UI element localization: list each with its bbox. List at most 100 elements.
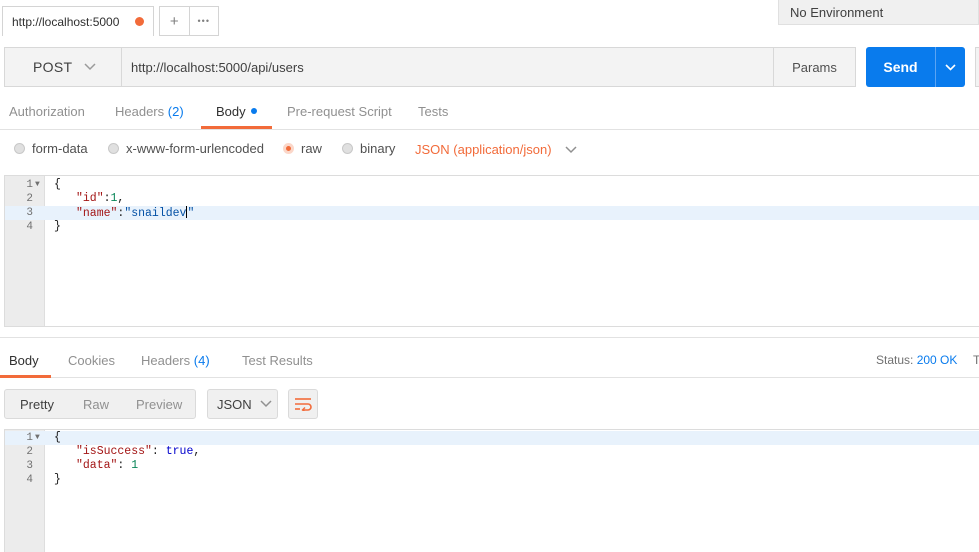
url-bar: POST Params: [4, 47, 856, 87]
response-tabs: Body Cookies Headers (4) Test Results St…: [0, 338, 979, 378]
tab-pre-request-script[interactable]: Pre-request Script: [287, 104, 392, 119]
view-mode-group: Pretty Raw Preview: [4, 389, 196, 419]
tab-label: Body: [9, 353, 39, 368]
tab-label: Body: [216, 104, 246, 119]
tab-tests[interactable]: Tests: [418, 104, 448, 119]
tab-response-headers[interactable]: Headers (4): [141, 353, 210, 368]
active-tab-indicator: [0, 375, 51, 378]
radio-label: binary: [360, 141, 396, 156]
fold-arrow-icon[interactable]: ▼: [35, 178, 40, 192]
chevron-down-icon: [565, 143, 577, 157]
status-label: Status:: [876, 353, 914, 367]
code-text: }: [54, 220, 61, 233]
radio-selected-icon: [283, 143, 294, 154]
radio-form-data[interactable]: form-data: [14, 141, 88, 156]
radio-icon: [14, 143, 25, 154]
code-line: 2 "id":1,: [5, 192, 979, 206]
headers-count: (2): [167, 104, 184, 119]
wrap-lines-button[interactable]: [288, 389, 318, 419]
fold-arrow-icon[interactable]: ▼: [35, 431, 40, 445]
method-select[interactable]: POST: [5, 48, 122, 86]
code-line: 4 }: [5, 220, 979, 234]
request-tab-title: http://localhost:5000: [12, 14, 120, 29]
line-number: 4: [26, 221, 33, 233]
radio-label: x-www-form-urlencoded: [126, 141, 264, 156]
params-button[interactable]: Params: [773, 48, 855, 86]
save-button[interactable]: [975, 47, 979, 87]
tab-tools: + •••: [159, 6, 219, 36]
code-text: "data": 1: [76, 459, 139, 472]
radio-raw[interactable]: raw: [283, 141, 322, 156]
request-body-editor[interactable]: 1 ▼ { 2 "id":1, 3 "name":"snaildev" 4 }: [4, 175, 979, 327]
tab-cookies[interactable]: Cookies: [68, 353, 115, 368]
response-status: Status: 200 OK: [876, 353, 957, 367]
active-tab-indicator: [201, 126, 272, 129]
code-text: {: [54, 178, 61, 191]
code-text: "id":1,: [76, 192, 125, 205]
content-type-label: JSON (application/json): [415, 142, 552, 157]
code-text: "isSuccess": true,: [76, 445, 201, 458]
new-tab-button[interactable]: +: [160, 7, 189, 35]
tab-test-results[interactable]: Test Results: [242, 353, 313, 368]
environment-label: No Environment: [790, 4, 884, 20]
send-button-group: Send: [866, 47, 965, 87]
code-line: 2 "isSuccess": true,: [5, 445, 979, 459]
send-button[interactable]: Send: [866, 47, 935, 87]
content-type-select[interactable]: JSON (application/json): [415, 142, 577, 157]
tab-authorization[interactable]: Authorization: [9, 104, 85, 119]
radio-binary[interactable]: binary: [342, 141, 395, 156]
tab-label: Headers: [141, 353, 191, 368]
tab-label: Test Results: [242, 353, 313, 368]
code-text: "name":"snaildev": [76, 206, 195, 220]
chevron-down-icon: [945, 63, 956, 71]
radio-label: form-data: [32, 141, 88, 156]
request-tabs: Authorization Headers (2) Body Pre-reque…: [0, 97, 979, 130]
chevron-down-icon: [84, 60, 96, 74]
status-value: 200 OK: [916, 353, 958, 367]
code-line: 1 ▼ {: [5, 178, 979, 192]
code-line: 4 }: [5, 473, 979, 487]
method-label: POST: [33, 59, 73, 75]
line-number: 2: [26, 193, 33, 205]
unsaved-dot-icon: [135, 17, 144, 26]
format-label: JSON: [217, 396, 252, 412]
radio-urlencoded[interactable]: x-www-form-urlencoded: [108, 141, 264, 156]
tab-headers[interactable]: Headers (2): [115, 104, 184, 119]
line-number: 3: [26, 207, 33, 219]
tab-response-body[interactable]: Body: [9, 353, 39, 368]
tab-bar: http://localhost:5000 + ••• No Environme…: [0, 0, 979, 36]
radio-icon: [342, 143, 353, 154]
code-line-active: 1 ▼ {: [5, 431, 979, 445]
raw-button[interactable]: Raw: [83, 397, 109, 412]
radio-label: raw: [301, 141, 322, 156]
tab-label: Pre-request Script: [287, 104, 392, 119]
response-time-label: T: [973, 353, 979, 367]
line-number: 4: [26, 474, 33, 486]
response-body-viewer[interactable]: 1 ▼ { 2 "isSuccess": true, 3 "data": 1 4…: [4, 429, 979, 552]
chevron-down-icon: [260, 397, 272, 411]
code-text: {: [54, 431, 61, 444]
line-number: 1: [26, 432, 33, 444]
more-tabs-button[interactable]: •••: [188, 7, 219, 35]
code-line-active: 3 "name":"snaildev": [5, 206, 979, 220]
modified-dot-icon: [250, 108, 257, 114]
pretty-button[interactable]: Pretty: [20, 397, 54, 412]
line-number: 3: [26, 460, 33, 472]
preview-button[interactable]: Preview: [136, 397, 182, 412]
response-format-select[interactable]: JSON: [207, 389, 278, 419]
wrap-lines-icon: [295, 398, 312, 411]
environment-select[interactable]: No Environment: [778, 0, 979, 25]
url-input[interactable]: [122, 48, 773, 86]
tab-label: Authorization: [9, 104, 85, 119]
radio-icon: [108, 143, 119, 154]
tab-label: Cookies: [68, 353, 115, 368]
tab-label: Headers: [115, 104, 165, 119]
line-number: 2: [26, 446, 33, 458]
code-text: }: [54, 473, 61, 486]
headers-count: (4): [193, 353, 210, 368]
tab-label: Tests: [418, 104, 449, 119]
line-number: 1: [26, 179, 33, 191]
tab-body[interactable]: Body: [216, 104, 257, 119]
request-tab[interactable]: http://localhost:5000: [2, 6, 154, 36]
send-options-button[interactable]: [935, 47, 965, 87]
